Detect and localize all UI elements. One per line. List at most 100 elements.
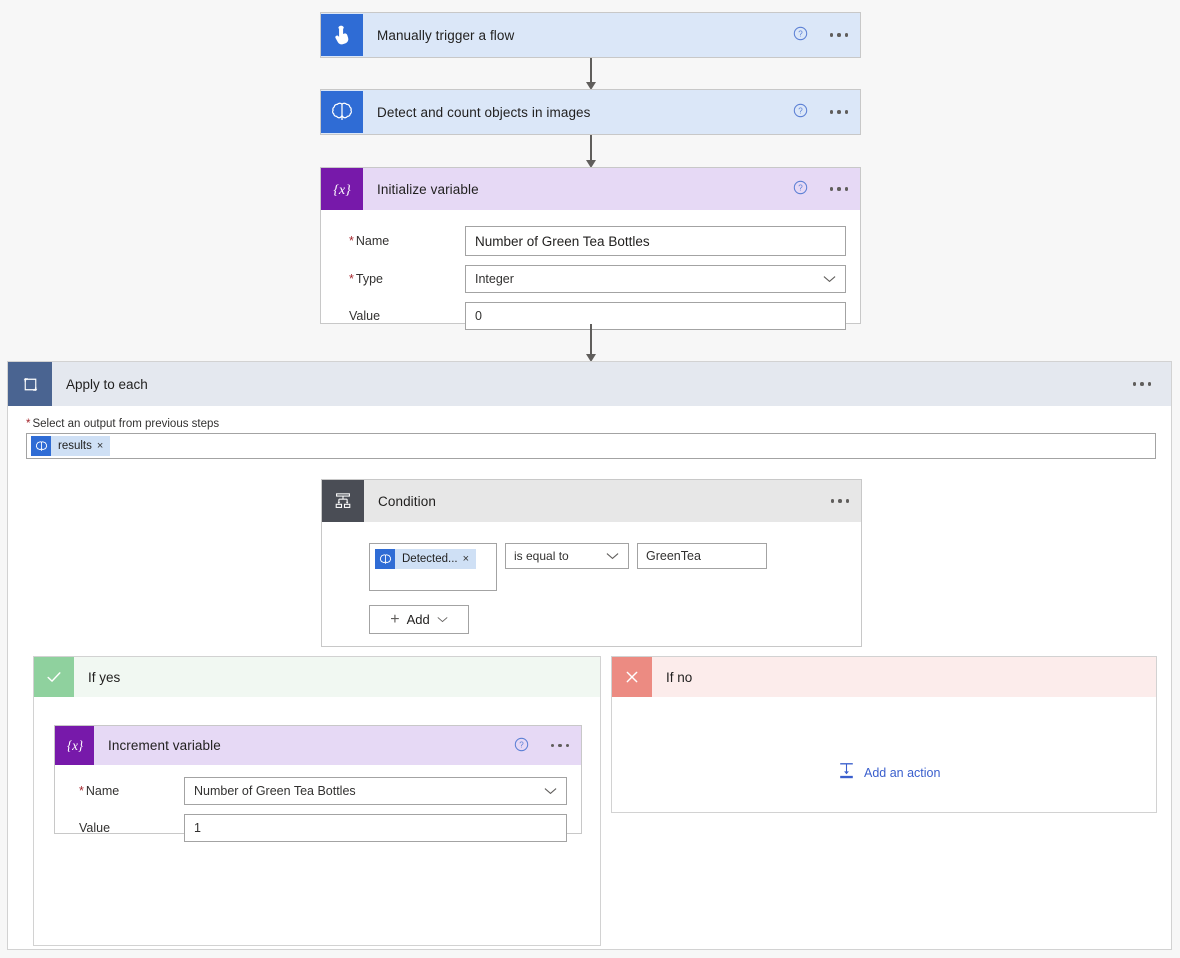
token-remove-icon[interactable]: ×	[463, 553, 476, 565]
tap-hand-icon	[321, 14, 363, 56]
node-header[interactable]: {x} Initialize variable ?	[321, 168, 860, 210]
add-action-icon	[838, 762, 855, 783]
field-value: 0	[475, 309, 482, 323]
ellipsis-menu-icon[interactable]	[549, 740, 572, 752]
loop-body: * Select an output from previous steps re…	[8, 406, 1171, 459]
required-asterisk: *	[79, 784, 84, 798]
node-apply-to-each[interactable]: Apply to each * Select an output from pre…	[7, 361, 1172, 950]
node-body: Detected... × is equal to GreenTea + Add	[322, 522, 861, 650]
ellipsis-menu-icon[interactable]	[828, 29, 851, 41]
node-increment-variable[interactable]: {x} Increment variable ? * Name Number o…	[54, 725, 582, 842]
loop-title: Apply to each	[66, 376, 148, 392]
type-select[interactable]: Integer	[465, 265, 846, 293]
node-title: Condition	[378, 493, 436, 509]
node-header-actions: ?	[514, 726, 572, 765]
svg-text:?: ?	[798, 184, 803, 193]
name-input[interactable]: Number of Green Tea Bottles	[465, 226, 846, 256]
field-row-value: Value 1	[69, 814, 567, 842]
checkmark-icon	[34, 657, 74, 697]
node-header-actions: ?	[793, 168, 851, 210]
field-label: Value	[79, 821, 111, 835]
increment-value-input[interactable]: 1	[184, 814, 567, 842]
field-label: * Name	[349, 234, 390, 248]
connector-arrow	[585, 58, 596, 90]
variable-braces-icon: {x}	[55, 726, 94, 765]
node-initialize-variable[interactable]: {x} Initialize variable ? * Name Number o…	[320, 167, 861, 330]
chevron-down-icon	[544, 784, 557, 798]
token-label: results	[58, 440, 92, 452]
branch-header: If no	[612, 657, 1156, 697]
variable-name-select[interactable]: Number of Green Tea Bottles	[184, 777, 567, 805]
field-value: Integer	[475, 272, 514, 286]
branch-title: If yes	[88, 669, 121, 685]
condition-left-operand[interactable]: Detected... ×	[369, 543, 497, 591]
svg-text:{x}: {x}	[333, 182, 351, 198]
loop-icon	[8, 362, 52, 406]
node-condition[interactable]: Condition Detected... × is equal to Gree…	[321, 479, 862, 647]
help-icon[interactable]: ?	[793, 103, 808, 121]
token-label: Detected...	[402, 553, 458, 565]
add-an-action-button-if-no[interactable]: Add an action	[838, 762, 940, 783]
condition-expression-row: Detected... × is equal to GreenTea	[336, 543, 847, 591]
plus-icon: +	[390, 610, 400, 628]
node-header-actions	[829, 480, 852, 522]
condition-operator-select[interactable]: is equal to	[505, 543, 629, 569]
node-header[interactable]: Condition	[322, 480, 861, 522]
chevron-down-icon	[823, 272, 836, 286]
node-header[interactable]: Detect and count objects in images ?	[321, 90, 860, 134]
svg-text:?: ?	[519, 740, 524, 749]
operator-value: is equal to	[514, 549, 569, 563]
node-manually-trigger-a-flow[interactable]: Manually trigger a flow ?	[320, 12, 861, 58]
help-icon[interactable]: ?	[793, 180, 808, 198]
branch-if-no[interactable]: If no Add an action	[611, 656, 1157, 813]
field-label: Value	[349, 309, 381, 323]
connector-arrow	[585, 135, 596, 168]
ai-brain-icon	[375, 549, 395, 569]
token-detected[interactable]: Detected... ×	[375, 549, 477, 569]
output-field-label: * Select an output from previous steps	[26, 418, 220, 430]
required-asterisk: *	[349, 272, 354, 286]
ellipsis-menu-icon[interactable]	[828, 106, 851, 118]
field-value: GreenTea	[646, 549, 701, 563]
loop-header-actions	[1131, 362, 1154, 406]
add-button-label: Add	[406, 612, 430, 627]
node-detect-and-count-objects[interactable]: Detect and count objects in images ?	[320, 89, 861, 135]
field-row-name: * Name Number of Green Tea Bottles	[335, 226, 846, 256]
node-body: * Name Number of Green Tea Bottles Value …	[55, 765, 581, 854]
output-token-input[interactable]: results ×	[26, 433, 1156, 459]
value-input[interactable]: 0	[465, 302, 846, 330]
node-title: Initialize variable	[377, 181, 479, 197]
ellipsis-menu-icon[interactable]	[828, 183, 851, 195]
connector-arrow	[585, 324, 596, 362]
field-row-name: * Name Number of Green Tea Bottles	[69, 777, 567, 805]
field-row-type: * Type Integer	[335, 265, 846, 293]
node-header[interactable]: Manually trigger a flow ?	[321, 13, 860, 57]
token-remove-icon[interactable]: ×	[97, 440, 110, 452]
condition-branch-icon	[322, 480, 364, 522]
field-value: Number of Green Tea Bottles	[194, 784, 356, 798]
add-condition-button[interactable]: + Add	[369, 605, 469, 634]
node-header-actions: ?	[793, 13, 851, 57]
loop-header[interactable]: Apply to each	[8, 362, 1171, 406]
add-action-label: Add an action	[864, 765, 941, 780]
field-label: * Name	[79, 784, 120, 798]
field-label: * Type	[349, 272, 383, 286]
svg-text:?: ?	[798, 107, 803, 116]
chevron-down-icon	[606, 549, 619, 563]
svg-text:?: ?	[798, 30, 803, 39]
node-header[interactable]: {x} Increment variable ?	[55, 726, 581, 765]
cross-icon	[612, 657, 652, 697]
help-icon[interactable]: ?	[514, 737, 529, 755]
node-header-actions: ?	[793, 90, 851, 134]
token-results[interactable]: results ×	[31, 436, 111, 456]
ellipsis-menu-icon[interactable]	[829, 495, 852, 507]
chevron-down-icon	[437, 616, 448, 623]
branch-if-yes[interactable]: If yes {x} Increment variable ? * Name N…	[33, 656, 601, 946]
field-value: Number of Green Tea Bottles	[475, 233, 650, 249]
ai-brain-icon	[321, 91, 363, 133]
help-icon[interactable]: ?	[793, 26, 808, 44]
condition-right-value-input[interactable]: GreenTea	[637, 543, 767, 569]
node-title: Increment variable	[108, 738, 221, 753]
ellipsis-menu-icon[interactable]	[1131, 378, 1154, 390]
required-asterisk: *	[26, 418, 31, 430]
